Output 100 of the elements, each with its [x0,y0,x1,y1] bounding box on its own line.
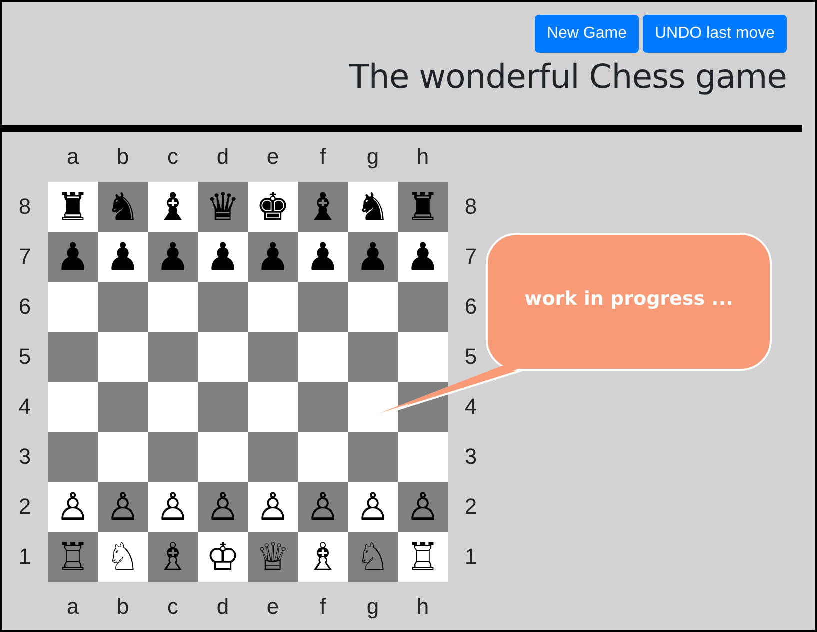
board-square[interactable]: ♔ [198,532,248,582]
chess-piece[interactable]: ♟ [306,238,340,276]
chess-piece[interactable]: ♕ [256,538,290,576]
board-square[interactable]: ♟ [298,232,348,282]
rank-label: 7 [18,243,32,271]
chess-piece[interactable]: ♟ [206,238,240,276]
board-square[interactable]: ♙ [48,482,98,532]
board-square[interactable]: ♙ [398,482,448,532]
rank-label: 4 [18,393,32,421]
chess-piece[interactable]: ♟ [356,238,390,276]
new-game-button[interactable]: New Game [534,15,639,53]
rank-label: 6 [18,293,32,321]
file-label: e [266,593,280,621]
undo-button[interactable]: UNDO last move [642,15,787,53]
board-square[interactable]: ♗ [298,532,348,582]
rank-label: 7 [464,243,478,271]
chess-piece[interactable]: ♙ [356,488,390,526]
board-square[interactable]: ♗ [148,532,198,582]
board-square[interactable]: ♞ [348,182,398,232]
board-square[interactable]: ♚ [248,182,298,232]
chess-piece[interactable]: ♛ [206,188,240,226]
chess-piece[interactable]: ♞ [356,188,390,226]
chess-piece[interactable]: ♖ [56,538,90,576]
rank-label: 5 [464,343,478,371]
board-square[interactable]: ♟ [48,232,98,282]
board-square[interactable]: ♙ [248,482,298,532]
board-square[interactable]: ♙ [348,482,398,532]
chess-piece[interactable]: ♙ [156,488,190,526]
bubble-text: work in progress ... [524,288,734,310]
chess-piece[interactable]: ♖ [406,538,440,576]
board-square[interactable]: ♝ [298,182,348,232]
rank-label: 5 [18,343,32,371]
file-label: d [216,143,230,171]
chess-piece[interactable]: ♘ [106,538,140,576]
board-square[interactable]: ♟ [398,232,448,282]
chess-piece[interactable]: ♙ [206,488,240,526]
file-label: d [216,593,230,621]
rank-label: 2 [18,493,32,521]
rank-label: 3 [464,443,478,471]
chess-piece[interactable]: ♗ [306,538,340,576]
rank-label: 3 [18,443,32,471]
chess-piece[interactable]: ♙ [106,488,140,526]
board-square[interactable]: ♕ [248,532,298,582]
page-title: The wonderful Chess game [349,57,787,96]
chess-piece[interactable]: ♟ [106,238,140,276]
file-label: c [166,143,180,171]
board-square[interactable]: ♜ [48,182,98,232]
file-label: a [66,143,80,171]
board-square[interactable]: ♙ [148,482,198,532]
rank-label: 6 [464,293,478,321]
chess-piece[interactable]: ♝ [156,188,190,226]
rank-label: 1 [18,543,32,571]
board-square[interactable]: ♙ [198,482,248,532]
rank-label: 2 [464,493,478,521]
chess-piece[interactable]: ♙ [256,488,290,526]
chess-piece[interactable]: ♜ [56,188,90,226]
board-square[interactable]: ♟ [348,232,398,282]
chess-piece[interactable]: ♗ [156,538,190,576]
board-square[interactable]: ♖ [48,532,98,582]
file-label: e [266,143,280,171]
file-label: g [366,593,380,621]
chess-piece[interactable]: ♔ [206,538,240,576]
board-square[interactable]: ♖ [398,532,448,582]
board-square[interactable]: ♟ [148,232,198,282]
file-label: c [166,593,180,621]
chess-piece[interactable]: ♞ [106,188,140,226]
board-square[interactable]: ♛ [198,182,248,232]
board-square[interactable]: ♜ [398,182,448,232]
rank-label: 4 [464,393,478,421]
rank-label: 8 [464,193,478,221]
board-square[interactable]: ♟ [248,232,298,282]
file-label: h [416,593,430,621]
chess-piece[interactable]: ♟ [406,238,440,276]
chess-piece[interactable]: ♟ [56,238,90,276]
file-label: b [116,143,130,171]
chess-piece[interactable]: ♚ [256,188,290,226]
chess-piece[interactable]: ♙ [56,488,90,526]
chess-piece[interactable]: ♙ [406,488,440,526]
board-square[interactable]: ♞ [98,182,148,232]
board-square[interactable]: ♝ [148,182,198,232]
board-square[interactable]: ♟ [198,232,248,282]
file-label: h [416,143,430,171]
board-square[interactable]: ♘ [98,532,148,582]
chess-piece[interactable]: ♘ [356,538,390,576]
chess-piece[interactable]: ♟ [256,238,290,276]
rank-label: 8 [18,193,32,221]
file-label: f [318,593,328,621]
board-square[interactable]: ♙ [298,482,348,532]
file-label: g [366,143,380,171]
chess-piece[interactable]: ♝ [306,188,340,226]
file-label: f [318,143,328,171]
board-square[interactable]: ♟ [98,232,148,282]
board-square[interactable]: ♘ [348,532,398,582]
chess-piece[interactable]: ♜ [406,188,440,226]
board-square[interactable]: ♙ [98,482,148,532]
chess-piece[interactable]: ♟ [156,238,190,276]
file-label: b [116,593,130,621]
rank-label: 1 [464,543,478,571]
chess-piece[interactable]: ♙ [306,488,340,526]
file-label: a [66,593,80,621]
